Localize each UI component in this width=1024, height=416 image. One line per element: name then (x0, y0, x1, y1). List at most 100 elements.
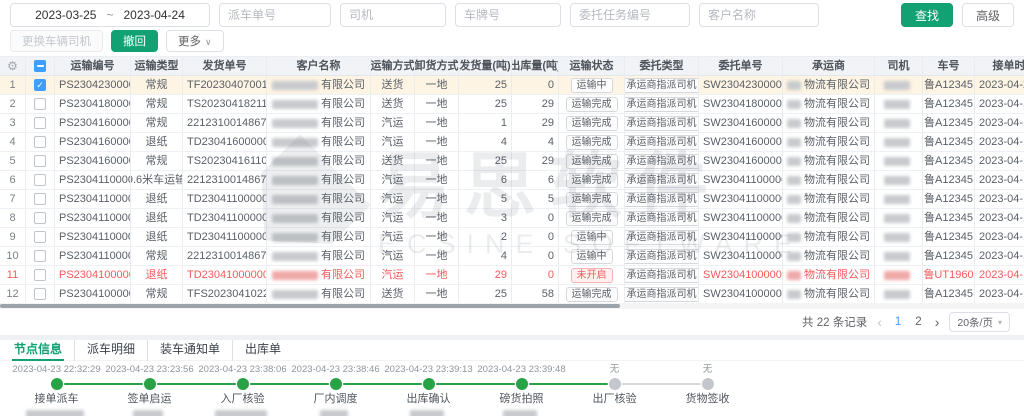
page-number-1[interactable]: 1 (892, 316, 904, 328)
column-header-7[interactable]: 出库量(吨) (512, 57, 559, 76)
cell-qty-ship: 2 (459, 228, 512, 247)
row-checkbox[interactable] (34, 250, 46, 262)
action-bar: 更换车辆司机 撤回 更多∨ (0, 30, 1024, 56)
cell-plate: 鲁A12345 (923, 285, 975, 303)
cell-transport-mode: 汽运 (371, 266, 415, 285)
table-row[interactable]: 2PS230418000001常规TS202304182114有限公司送货一地2… (0, 95, 1024, 114)
filter-input-0[interactable] (219, 3, 331, 27)
timeline-label: 签单启运 (103, 392, 196, 406)
row-checkbox[interactable] (34, 98, 46, 110)
table-row[interactable]: 11PS230410000006退纸TD230410000009有限公司汽运一地… (0, 266, 1024, 285)
tab-0[interactable]: 节点信息 (12, 340, 75, 361)
carrier-name-redacted (787, 195, 801, 204)
filter-input-3[interactable] (570, 3, 690, 27)
timeline-connector (343, 383, 422, 385)
column-header-3[interactable]: 客户名称 (267, 57, 371, 76)
cell-ship-no: TFS202304102203 (183, 285, 267, 303)
next-page-button[interactable]: › (935, 314, 940, 330)
table-row[interactable]: 9PS230411000002退纸TD230411000007有限公司汽运一地2… (0, 228, 1024, 247)
column-header-14[interactable]: 接单时间 (975, 57, 1024, 76)
row-checkbox[interactable] (34, 231, 46, 243)
row-checkbox[interactable] (34, 155, 46, 167)
column-header-1[interactable]: 运输类型 (131, 57, 183, 76)
advanced-button[interactable]: 高级 (962, 3, 1014, 27)
cell-carrier: 物流有限公司 (783, 190, 875, 209)
prev-page-button[interactable]: ‹ (877, 314, 882, 330)
more-button[interactable]: 更多∨ (166, 30, 224, 52)
cell-qty-out: 29 (512, 95, 559, 114)
table-row[interactable]: 1✓PS230423000002常规TF20230407001有限公司送货一地2… (0, 76, 1024, 95)
cell-qty-ship: 4 (459, 133, 512, 152)
row-index: 11 (0, 266, 26, 285)
row-checkbox[interactable] (34, 212, 46, 224)
cell-driver (875, 247, 923, 266)
row-checkbox[interactable] (34, 269, 46, 281)
cell-commission-no: SW230416000008 (699, 133, 783, 152)
detail-panel: 节点信息派车明细装车通知单出库单 2023-04-23 22:32:29接单派车… (0, 340, 1024, 416)
filter-input-1[interactable] (340, 3, 446, 27)
change-vehicle-driver-button[interactable]: 更换车辆司机 (10, 30, 103, 52)
column-header-4[interactable]: 运输方式 (371, 57, 415, 76)
column-header-10[interactable]: 委托单号 (699, 57, 783, 76)
scrollbar-thumb[interactable] (0, 304, 620, 308)
status-badge: 运输中 (571, 249, 613, 264)
table-row[interactable]: 10PS230411000001常规22123100148677有限公司汽运一地… (0, 247, 1024, 266)
column-header-13[interactable]: 车号 (923, 57, 975, 76)
table-row[interactable]: 5PS230416000004常规TS202304161109有限公司送货一地2… (0, 152, 1024, 171)
cell-transport-mode: 汽运 (371, 171, 415, 190)
carrier-suffix: 物流有限公司 (804, 247, 870, 265)
table-row[interactable]: 12PS230410000004常规TFS202304102203有限公司送货一… (0, 285, 1024, 303)
timeline-node-icon (144, 378, 156, 390)
page-size-select[interactable]: 20条/页 ▾ (949, 312, 1010, 332)
detail-tabs: 节点信息派车明细装车通知单出库单 (0, 340, 1024, 361)
column-header-6[interactable]: 发货量(吨) (459, 57, 512, 76)
column-header-9[interactable]: 委托类型 (625, 57, 699, 76)
select-all-checkbox[interactable] (34, 60, 46, 72)
timeline-step-7: 无货物签收 (661, 363, 754, 416)
filter-input-4[interactable] (699, 3, 819, 27)
cell-accept-time: 2023-04-1 (975, 95, 1024, 114)
cell-accept-time: 2023-04-1 (975, 266, 1024, 285)
table-row[interactable]: 6PS2304110000059.6米车运输22123100148676有限公司… (0, 171, 1024, 190)
tab-3[interactable]: 出库单 (233, 340, 293, 361)
table-row[interactable]: 8PS230411000003退纸TD230411000008有限公司汽运一地3… (0, 209, 1024, 228)
column-header-11[interactable]: 承运商 (783, 57, 875, 76)
cell-unload-mode: 一地 (415, 190, 459, 209)
row-checkbox-cell (26, 247, 55, 266)
customer-name-redacted (272, 252, 318, 261)
cell-accept-time: 2023-04-1 (975, 209, 1024, 228)
row-checkbox-cell (26, 152, 55, 171)
tab-2[interactable]: 装车通知单 (148, 340, 233, 361)
column-settings-cell[interactable]: ⚙ (0, 57, 26, 76)
table-row[interactable]: 4PS230416000006退纸TD230416000002有限公司汽运一地4… (0, 133, 1024, 152)
cell-accept-time: 2023-04-1 (975, 285, 1024, 303)
table-row[interactable]: 7PS230411000004退纸TD230411000009有限公司汽运一地5… (0, 190, 1024, 209)
cell-transport-no: PS230411000002 (55, 228, 131, 247)
row-checkbox[interactable] (34, 193, 46, 205)
filter-input-2[interactable] (455, 3, 561, 27)
customer-name-redacted (272, 214, 318, 223)
cell-carrier: 物流有限公司 (783, 76, 875, 95)
column-header-8[interactable]: 运输状态 (559, 57, 625, 76)
tab-1[interactable]: 派车明细 (75, 340, 148, 361)
timeline-time: 2023-04-23 23:39:48 (475, 363, 568, 376)
row-checkbox[interactable] (34, 174, 46, 186)
cell-accept-time: 2023-04-1 (975, 133, 1024, 152)
row-checkbox[interactable] (34, 117, 46, 129)
column-header-12[interactable]: 司机 (875, 57, 923, 76)
page-number-2[interactable]: 2 (912, 316, 924, 328)
column-header-2[interactable]: 发货单号 (183, 57, 267, 76)
cell-qty-ship: 3 (459, 209, 512, 228)
status-badge: 运输完成 (566, 192, 618, 207)
select-all-cell (26, 57, 55, 76)
cell-status: 运输完成 (559, 152, 625, 171)
table-row[interactable]: 3PS230416000007常规22123100148673有限公司汽运一地1… (0, 114, 1024, 133)
row-checkbox[interactable] (34, 288, 46, 300)
row-checkbox[interactable] (34, 136, 46, 148)
row-checkbox[interactable]: ✓ (34, 79, 46, 91)
search-button[interactable]: 查找 (901, 3, 953, 27)
date-range-picker[interactable]: 2023-03-25 ~ 2023-04-24 (10, 3, 210, 27)
column-header-0[interactable]: 运输编号 (55, 57, 131, 76)
column-header-5[interactable]: 卸货方式 (415, 57, 459, 76)
withdraw-button[interactable]: 撤回 (111, 30, 158, 52)
